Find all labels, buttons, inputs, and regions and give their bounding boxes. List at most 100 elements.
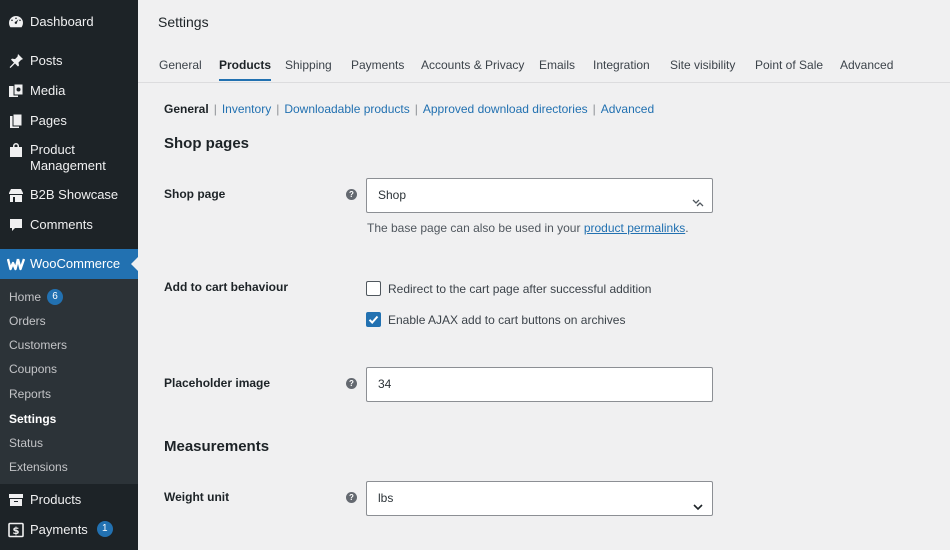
menu-label: Pages <box>30 113 67 128</box>
submenu-status[interactable]: Status <box>9 436 43 450</box>
submenu-label: Reports <box>9 387 52 401</box>
redirect-to-cart-option[interactable]: Redirect to the cart page after successf… <box>366 281 651 296</box>
admin-sidebar: Dashboard Posts Media Pages Product Mana… <box>0 0 138 550</box>
chevron-down-icon <box>692 493 704 526</box>
redirect-to-cart-checkbox[interactable] <box>366 281 381 296</box>
menu-payments[interactable]: $ Payments 1 <box>0 521 138 539</box>
menu-products[interactable]: Products <box>0 491 138 509</box>
menu-b2b-showcase[interactable]: B2B Showcase <box>0 186 138 204</box>
current-menu-arrow <box>131 257 138 271</box>
description-text: The base page can also be used in your <box>367 221 584 235</box>
description-suffix: . <box>685 221 689 235</box>
menu-label: B2B Showcase <box>30 187 119 202</box>
menu-label: Products <box>30 492 82 507</box>
tab-point-of-sale[interactable]: Point of Sale <box>755 58 823 81</box>
submenu-label: Settings <box>9 412 57 426</box>
tab-payments[interactable]: Payments <box>351 58 404 81</box>
tab-accounts-privacy[interactable]: Accounts & Privacy <box>421 58 524 81</box>
comment-icon <box>6 216 26 234</box>
tab-emails[interactable]: Emails <box>539 58 575 81</box>
submenu-settings[interactable]: Settings <box>9 412 56 426</box>
archive-icon <box>6 491 26 509</box>
tab-general[interactable]: General <box>159 58 202 81</box>
tab-advanced[interactable]: Advanced <box>840 58 893 81</box>
help-icon[interactable]: ? <box>346 378 357 389</box>
svg-text:$: $ <box>13 526 20 537</box>
separator: | <box>213 102 217 116</box>
submenu-home[interactable]: Home 6 <box>9 289 64 305</box>
submenu-label: Extensions <box>9 460 68 474</box>
section-title-measurements: Measurements <box>164 438 270 455</box>
menu-label: WooCommerce <box>30 256 121 271</box>
submenu-customers[interactable]: Customers <box>9 338 67 352</box>
weight-unit-select[interactable]: lbs <box>366 481 713 516</box>
separator: | <box>592 102 596 116</box>
submenu-label: Status <box>9 436 44 450</box>
menu-label: Product Management <box>30 142 106 173</box>
separator: | <box>276 102 280 116</box>
shop-page-label: Shop page <box>164 187 226 201</box>
select-arrows-icon <box>692 189 704 222</box>
submenu-label: Orders <box>9 314 46 328</box>
main-content: Settings General Products Shipping Payme… <box>138 0 950 550</box>
settings-tabs: General Products Shipping Payments Accou… <box>138 54 950 83</box>
menu-dashboard[interactable]: Dashboard <box>0 13 138 31</box>
subsection-approved-download-directories[interactable]: Approved download directories <box>423 102 588 116</box>
tab-integration[interactable]: Integration <box>593 58 650 81</box>
subsection-general[interactable]: General <box>164 102 209 116</box>
menu-woocommerce[interactable]: WooCommerce <box>0 249 138 279</box>
submenu-label: Customers <box>9 338 68 352</box>
shop-page-value: Shop <box>378 188 407 202</box>
tab-shipping[interactable]: Shipping <box>285 58 332 81</box>
submenu-label: Coupons <box>9 362 58 376</box>
store-icon <box>6 141 26 159</box>
separator: | <box>414 102 418 116</box>
page-title: Settings <box>158 14 209 30</box>
shop-page-select[interactable]: Shop <box>366 178 713 213</box>
media-icon <box>6 82 26 100</box>
submenu-label: Home <box>9 290 42 304</box>
subsection-downloadable-products[interactable]: Downloadable products <box>284 102 409 116</box>
menu-label: Payments <box>30 522 88 537</box>
menu-comments[interactable]: Comments <box>0 216 138 234</box>
submenu-coupons[interactable]: Coupons <box>9 362 57 376</box>
add-to-cart-label: Add to cart behaviour <box>164 280 289 294</box>
redirect-to-cart-label: Redirect to the cart page after successf… <box>388 281 652 296</box>
menu-label: Posts <box>30 53 63 68</box>
woocommerce-submenu: Home 6 Orders Customers Coupons Reports … <box>0 279 138 484</box>
woocommerce-icon <box>6 255 26 273</box>
dashboard-icon <box>6 13 26 31</box>
menu-product-management[interactable]: Product Management <box>0 141 138 174</box>
placeholder-image-value: 34 <box>378 377 392 391</box>
shop-page-description: The base page can also be used in your p… <box>367 221 689 235</box>
subsection-advanced[interactable]: Advanced <box>601 102 654 116</box>
weight-unit-value: lbs <box>378 491 394 505</box>
count-badge: 1 <box>96 521 113 537</box>
ajax-add-to-cart-label: Enable AJAX add to cart buttons on archi… <box>388 312 626 327</box>
tab-products[interactable]: Products <box>219 58 272 81</box>
subsection-nav: General | Inventory | Downloadable products |… <box>164 102 654 116</box>
placeholder-image-label: Placeholder image <box>164 376 271 390</box>
submenu-orders[interactable]: Orders <box>9 314 46 328</box>
help-icon[interactable]: ? <box>346 492 357 503</box>
submenu-extensions[interactable]: Extensions <box>9 460 68 474</box>
building-icon <box>6 186 26 204</box>
placeholder-image-input[interactable]: 34 <box>366 367 713 402</box>
checkmark-icon <box>368 315 379 324</box>
menu-posts[interactable]: Posts <box>0 52 138 70</box>
menu-pages[interactable]: Pages <box>0 112 138 130</box>
ajax-add-to-cart-option[interactable]: Enable AJAX add to cart buttons on archi… <box>366 312 625 327</box>
dollar-icon: $ <box>6 521 26 539</box>
product-permalinks-link[interactable]: product permalinks <box>584 221 685 235</box>
menu-media[interactable]: Media <box>0 82 138 100</box>
section-title-shop-pages: Shop pages <box>164 135 250 152</box>
ajax-add-to-cart-checkbox[interactable] <box>366 312 381 327</box>
menu-label: Comments <box>30 217 93 232</box>
count-badge: 6 <box>47 289 64 305</box>
submenu-reports[interactable]: Reports <box>9 387 51 401</box>
subsection-inventory[interactable]: Inventory <box>222 102 271 116</box>
help-icon[interactable]: ? <box>346 189 357 200</box>
weight-unit-label: Weight unit <box>164 490 230 504</box>
pin-icon <box>6 52 26 70</box>
tab-site-visibility[interactable]: Site visibility <box>670 58 735 81</box>
